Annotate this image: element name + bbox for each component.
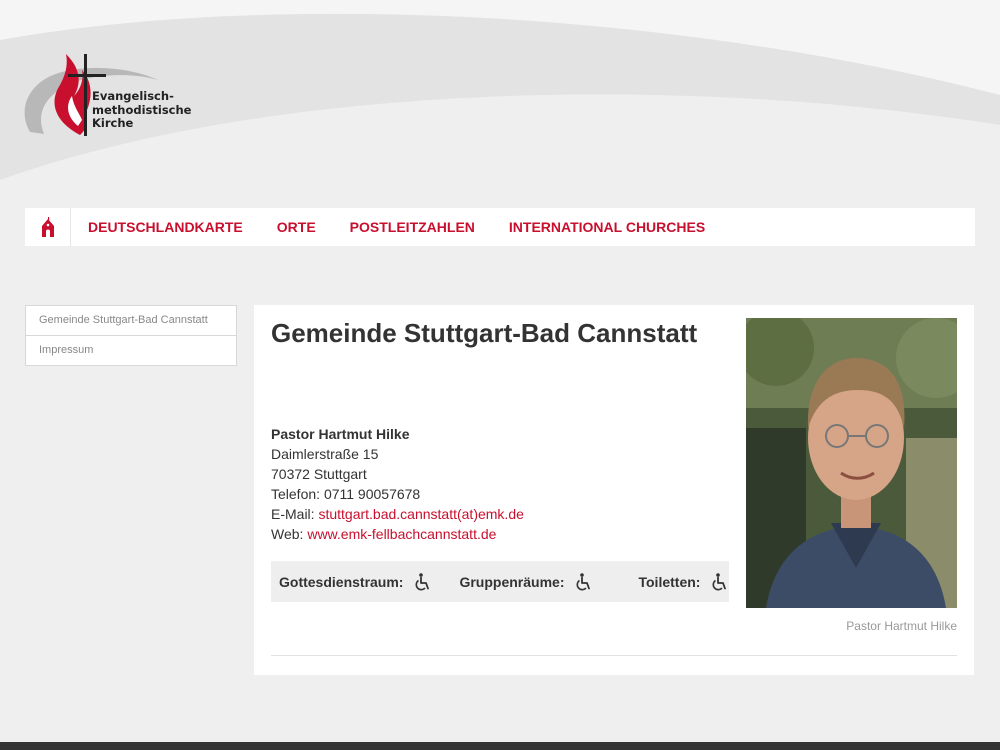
pastor-name: Pastor Hartmut Hilke: [271, 426, 410, 442]
logo-text: Evangelisch- methodistische Kirche: [92, 89, 202, 131]
phone-number: 0711 90057678: [323, 486, 421, 502]
city: 70372 Stuttgart: [271, 466, 367, 482]
logo-line: Evangelisch-: [92, 89, 174, 103]
logo-line: methodistische: [92, 102, 192, 117]
nav-item-orte[interactable]: ORTE: [277, 219, 316, 235]
nav-item-international-churches[interactable]: INTERNATIONAL CHURCHES: [509, 219, 705, 235]
email-label: E-Mail:: [271, 506, 315, 522]
sidebar-item-gemeinde[interactable]: Gemeinde Stuttgart-Bad Cannstatt: [26, 306, 236, 335]
phone-line: Telefon: 0711 90057678: [271, 484, 524, 504]
access-label: Toiletten:: [638, 573, 701, 590]
street: Daimlerstraße 15: [271, 446, 379, 462]
phone-label: Telefon:: [271, 486, 321, 502]
accessibility-bar: Gottesdienstraum: Gruppenräume: Toilette…: [271, 561, 729, 602]
email-line: E-Mail: stuttgart.bad.cannstatt(at)emk.d…: [271, 504, 524, 524]
web-link[interactable]: www.emk-fellbachcannstatt.de: [307, 526, 496, 542]
access-label: Gruppenräume:: [459, 573, 565, 590]
access-label: Gottesdienstraum:: [279, 573, 404, 590]
access-gottesdienstraum: Gottesdienstraum:: [279, 572, 433, 592]
wheelchair-icon: [415, 572, 430, 590]
main-content-card: Gemeinde Stuttgart-Bad Cannstatt Pastor …: [254, 305, 974, 675]
church-icon: [41, 217, 54, 237]
sidebar-item-impressum[interactable]: Impressum: [26, 335, 236, 365]
page-title: Gemeinde Stuttgart-Bad Cannstatt: [271, 318, 698, 348]
nav-item-postleitzahlen[interactable]: POSTLEITZAHLEN: [350, 219, 475, 235]
contact-address: Pastor Hartmut Hilke Daimlerstraße 15 70…: [271, 424, 524, 544]
pastor-photo: [746, 318, 957, 608]
email-link[interactable]: stuttgart.bad.cannstatt(at)emk.de: [318, 506, 523, 522]
sidebar-menu: Gemeinde Stuttgart-Bad Cannstatt Impress…: [25, 305, 237, 366]
home-button[interactable]: [25, 208, 71, 246]
web-label: Web:: [271, 526, 304, 542]
main-navigation: DEUTSCHLANDKARTE ORTE POSTLEITZAHLEN INT…: [25, 208, 975, 246]
photo-caption: Pastor Hartmut Hilke: [846, 619, 957, 633]
footer-bar: [0, 742, 1000, 750]
wheelchair-icon: [576, 572, 591, 590]
wheelchair-icon: [712, 572, 727, 590]
access-toiletten: Toiletten:: [638, 572, 730, 592]
web-line: Web: www.emk-fellbachcannstatt.de: [271, 524, 524, 544]
content-divider: [271, 655, 957, 656]
access-gruppenraeume: Gruppenräume:: [459, 572, 594, 592]
nav-item-deutschlandkarte[interactable]: DEUTSCHLANDKARTE: [88, 219, 243, 235]
logo-line: Kirche: [92, 116, 134, 130]
